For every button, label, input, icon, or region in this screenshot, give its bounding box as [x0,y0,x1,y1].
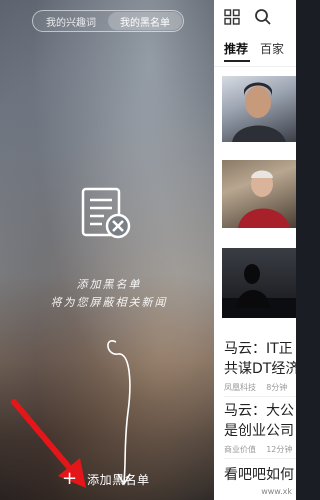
article-2-headline-line2[interactable]: 是创业公司 [224,422,294,440]
plus-icon: + [62,468,78,489]
row-divider [224,458,296,459]
article-1-headline-line2[interactable]: 共谋DT经济 [224,360,296,378]
hint-line-1: 添加黑名单 [76,278,142,291]
article-1-source: 凤凰科技 [224,383,256,392]
article-2-source: 商业价值 [224,445,256,454]
tab-blacklist[interactable]: 我的黑名单 [108,12,182,30]
article-thumbnail-1[interactable] [222,76,296,142]
person-photo-icon [232,82,286,142]
tab-recommended[interactable]: 推荐 [224,40,248,57]
article-2-headline-line1[interactable]: 马云：大公 [224,402,294,420]
article-thumbnail-3[interactable] [222,248,296,318]
watermark: www.xk [261,487,292,496]
blacklist-document-icon [81,187,131,239]
active-tab-indicator [224,60,250,62]
article-3-headline-line1[interactable]: 看吧吧如何 [224,466,294,484]
article-2-meta: 商业价值 12分钟 [224,444,292,455]
feed-topbar [214,0,296,34]
news-feed-panel: 推荐 百家 马云：IT正 共谋DT经济 凤凰科技 8分钟 马云：大公 是创业公司 [214,0,296,500]
article-1-time: 8分钟 [266,383,288,392]
person-photo-icon [238,170,290,228]
blacklist-drawer: 我的兴趣词 我的黑名单 添加黑名单 将为您屏蔽相关新闻 + 添加黑名单 [0,0,214,500]
add-blacklist-label: 添加黑名单 [87,472,150,487]
article-2-time: 12分钟 [266,445,293,454]
tab-interest-words[interactable]: 我的兴趣词 [34,12,108,30]
row-divider [224,396,296,397]
feed-tabs: 推荐 百家 [224,40,284,57]
article-1-meta: 凤凰科技 8分钟 [224,382,287,393]
article-thumbnail-2[interactable] [222,160,296,228]
add-blacklist-button[interactable]: + 添加黑名单 [62,466,150,496]
drawer-segmented-control: 我的兴趣词 我的黑名单 [32,10,184,32]
silhouette-photo-icon [222,264,296,318]
tabs-divider [214,66,296,67]
search-icon[interactable] [254,8,272,26]
tab-baijia[interactable]: 百家 [260,40,284,57]
hint-line-2: 将为您屏蔽相关新闻 [50,296,168,309]
grid-icon[interactable] [224,9,240,25]
article-1-headline-line1[interactable]: 马云：IT正 [224,340,293,358]
